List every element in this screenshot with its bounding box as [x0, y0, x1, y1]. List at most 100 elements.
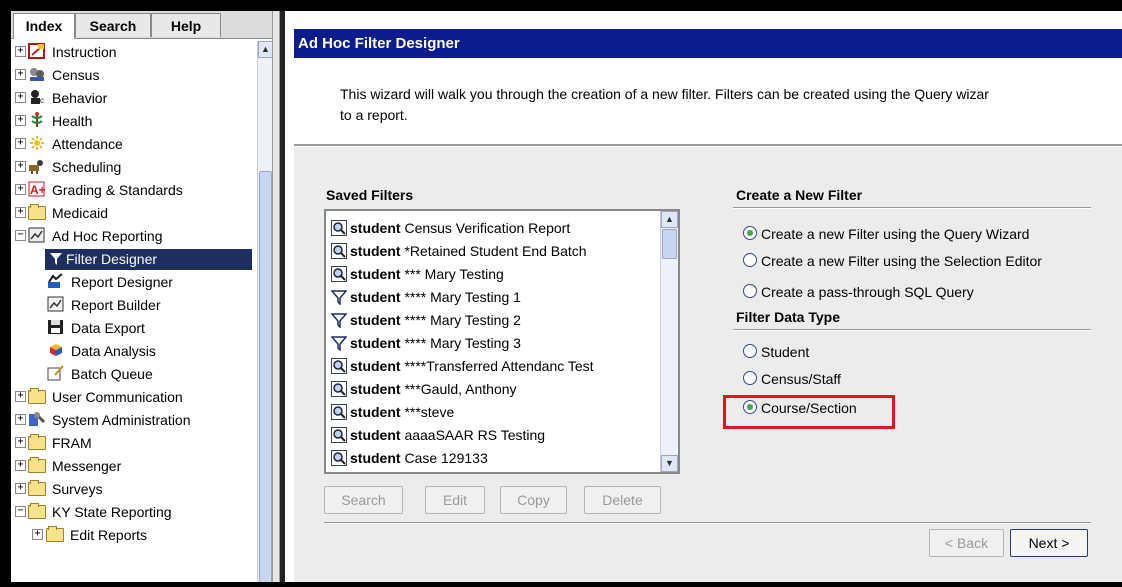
delete-button[interactable]: Delete	[584, 486, 661, 514]
tree-item-messenger[interactable]: + Messenger	[11, 455, 257, 477]
pane-splitter[interactable]	[272, 11, 280, 582]
scrollbar-thumb[interactable]	[259, 171, 272, 582]
collapse-icon[interactable]: −	[15, 506, 26, 517]
tree-item-fram[interactable]: + FRAM	[11, 432, 257, 454]
tree-item-label: Messenger	[52, 458, 122, 474]
tree-item-label: Report Designer	[71, 274, 173, 290]
tree-item-medicaid[interactable]: + Medicaid	[11, 202, 257, 224]
tree-item-census[interactable]: + Census	[11, 64, 257, 86]
search-button[interactable]: Search	[324, 486, 403, 514]
tab-search[interactable]: Search	[75, 13, 151, 37]
folder-icon	[28, 480, 46, 496]
data-analysis-icon	[50, 344, 62, 356]
copy-button[interactable]: Copy	[500, 486, 567, 514]
expand-icon[interactable]: +	[15, 184, 26, 195]
expand-icon[interactable]: +	[15, 161, 26, 172]
filter-type: student	[350, 450, 401, 466]
expand-icon[interactable]: +	[15, 207, 26, 218]
filter-data-type-heading: Filter Data Type	[736, 309, 840, 325]
radio-button[interactable]	[743, 371, 757, 385]
expand-icon[interactable]: +	[15, 46, 26, 57]
radio-button[interactable]	[743, 253, 757, 267]
query-magnifier-icon	[331, 358, 347, 374]
tree-item-label: Data Export	[71, 320, 145, 336]
filter-name: **** Mary Testing 1	[400, 289, 521, 305]
tree-item-label: Grading & Standards	[52, 182, 183, 198]
expand-icon[interactable]: +	[15, 138, 26, 149]
filter-label: student **** Mary Testing 3	[350, 332, 521, 355]
tree-item-label: Edit Reports	[70, 527, 148, 543]
filter-label: student aaaaSAAR RS Testing	[350, 424, 545, 447]
back-button[interactable]: < Back	[929, 529, 1004, 557]
expand-icon[interactable]: +	[15, 92, 26, 103]
tree-item-ky-state-reporting[interactable]: − KY State Reporting	[11, 501, 257, 523]
annotation-highlight-box	[723, 395, 895, 429]
tree-item-behavior[interactable]: + c Behavior	[11, 87, 257, 109]
tree-item-attendance[interactable]: + Attendance	[11, 133, 257, 155]
filter-funnel-icon	[330, 312, 348, 329]
svg-text:A+: A+	[30, 183, 46, 197]
tree-item-health[interactable]: + Health	[11, 110, 257, 132]
tree-item-ad-hoc-reporting[interactable]: − Ad Hoc Reporting	[11, 225, 257, 247]
saved-filters-list[interactable]: student Census Verification Report studen…	[324, 209, 680, 474]
filter-funnel-icon	[330, 335, 348, 352]
radio-button[interactable]	[743, 344, 757, 358]
radio-button[interactable]	[743, 226, 757, 240]
expand-icon[interactable]: +	[15, 115, 26, 126]
tree-item-label: Scheduling	[52, 159, 122, 175]
tree-item-user-communication[interactable]: + User Communication	[11, 386, 257, 408]
filter-label: student *** Mary Testing	[350, 263, 504, 286]
tab-help[interactable]: Help	[151, 13, 221, 37]
filter-label: student ****Transferred Attendanc Test	[350, 355, 594, 378]
query-magnifier-icon	[331, 427, 347, 443]
expand-icon[interactable]: +	[15, 460, 26, 471]
tree-item-label: Health	[52, 113, 93, 129]
tree-item-surveys[interactable]: + Surveys	[11, 478, 257, 500]
tree-item-filter-designer[interactable]: Filter Designer	[11, 248, 257, 270]
tab-index[interactable]: Index	[13, 13, 75, 39]
tree-item-scheduling[interactable]: + Scheduling	[11, 156, 257, 178]
expand-icon[interactable]: +	[15, 391, 26, 402]
filter-name: Case 129133	[400, 450, 488, 466]
scroll-down-arrow-icon[interactable]: ▼	[661, 455, 678, 472]
window-frame-bottom	[0, 582, 1122, 587]
filter-name: *Retained Student End Batch	[400, 243, 587, 259]
next-button[interactable]: Next >	[1010, 529, 1088, 557]
expand-icon[interactable]: +	[15, 414, 26, 425]
tree-item-data-analysis[interactable]: Data Analysis	[11, 340, 257, 362]
tree-item-data-export[interactable]: Data Export	[11, 317, 257, 339]
window-frame-left	[0, 0, 11, 587]
tree-item-batch-queue[interactable]: Batch Queue	[11, 363, 257, 385]
scroll-up-arrow-icon[interactable]: ▲	[258, 41, 272, 58]
navigation-tree: + Instruction + Census + c Behavior + He…	[11, 41, 257, 582]
collapse-icon[interactable]: −	[15, 230, 26, 241]
tree-item-instruction[interactable]: + Instruction	[11, 41, 257, 63]
svg-text:c: c	[40, 96, 44, 105]
list-scrollbar[interactable]: ▲ ▼	[660, 211, 678, 472]
tree-item-label: Medicaid	[52, 205, 109, 221]
radio-button[interactable]	[743, 284, 757, 298]
edit-button[interactable]: Edit	[425, 486, 485, 514]
expand-icon[interactable]: +	[15, 483, 26, 494]
query-magnifier-icon	[331, 243, 347, 259]
scrollbar-thumb[interactable]	[662, 229, 677, 259]
behavior-icon: c	[31, 90, 44, 105]
tree-item-edit-reports[interactable]: + Edit Reports	[11, 524, 257, 546]
nav-tab-bar: Index Search Help	[11, 11, 272, 39]
tree-item-report-designer[interactable]: Report Designer	[11, 271, 257, 293]
tree-item-report-builder[interactable]: Report Builder	[11, 294, 257, 316]
nav-scrollbar[interactable]: ▲	[257, 41, 272, 582]
tree-item-system-administration[interactable]: + System Administration	[11, 409, 257, 431]
tree-item-label: Surveys	[52, 481, 103, 497]
expand-icon[interactable]: +	[32, 529, 43, 540]
tree-item-label: Batch Queue	[71, 366, 153, 382]
tree-item-grading-standards[interactable]: + A+ Grading & Standards	[11, 179, 257, 201]
tree-item-label: Filter Designer	[66, 251, 158, 267]
expand-icon[interactable]: +	[15, 69, 26, 80]
scroll-up-arrow-icon[interactable]: ▲	[661, 211, 678, 228]
report-designer-icon	[48, 273, 63, 288]
tree-item-label: Report Builder	[71, 297, 161, 313]
floppy-disk-icon	[48, 320, 63, 334]
expand-icon[interactable]: +	[15, 437, 26, 448]
tree-item-label: Ad Hoc Reporting	[52, 228, 163, 244]
